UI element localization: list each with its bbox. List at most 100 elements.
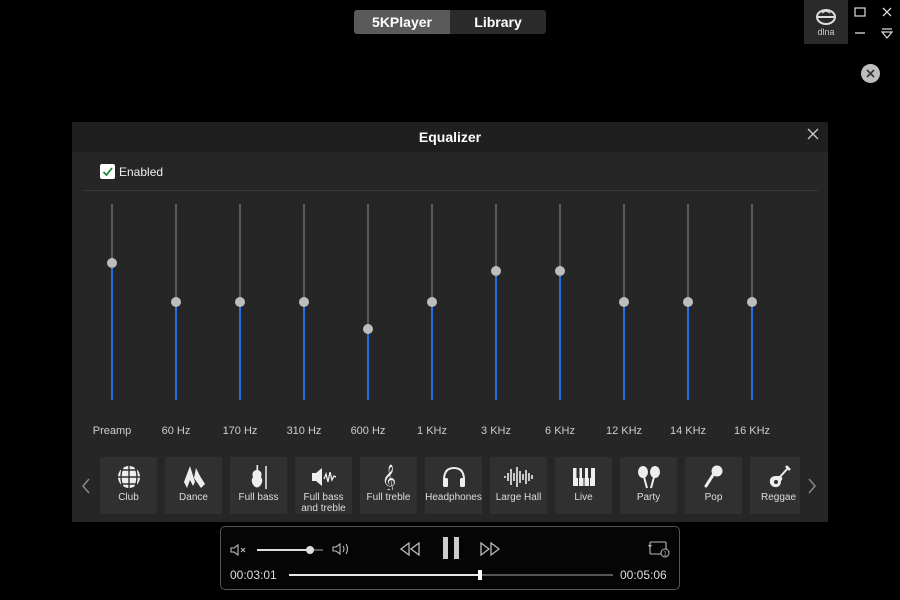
band-slider[interactable]: 170 Hz bbox=[210, 204, 270, 444]
dlna-icon bbox=[816, 8, 836, 25]
dance-shoes-icon bbox=[181, 464, 207, 490]
band-slider[interactable]: 3 KHz bbox=[466, 204, 526, 444]
slider-thumb[interactable] bbox=[491, 266, 501, 276]
rewind-icon bbox=[399, 541, 420, 557]
repeat-button[interactable]: 1 bbox=[647, 539, 671, 559]
soundwave-icon bbox=[503, 464, 535, 490]
equalizer-close-button[interactable] bbox=[806, 127, 822, 143]
band-slider[interactable]: 1 KHz bbox=[402, 204, 462, 444]
seek-thumb[interactable] bbox=[478, 570, 482, 580]
rewind-button[interactable] bbox=[397, 539, 423, 559]
enabled-checkbox[interactable] bbox=[100, 164, 115, 179]
preset-label: Full bass bbox=[238, 492, 279, 503]
band-slider[interactable]: Preamp bbox=[82, 204, 142, 444]
preset-party[interactable]: Party bbox=[620, 457, 677, 514]
slider-thumb[interactable] bbox=[299, 297, 309, 307]
close-icon bbox=[807, 128, 819, 140]
pause-button[interactable] bbox=[439, 535, 463, 561]
slider-fill bbox=[239, 302, 241, 400]
preset-club[interactable]: Club bbox=[100, 457, 157, 514]
preset-label: Club bbox=[118, 492, 139, 503]
band-label: 14 KHz bbox=[669, 425, 707, 437]
maracas-icon bbox=[635, 464, 663, 490]
preset-pop[interactable]: Pop bbox=[685, 457, 742, 514]
treble-clef-icon: 𝄞 bbox=[378, 464, 400, 490]
volume-fill bbox=[257, 549, 310, 551]
preset-label: Reggae bbox=[760, 492, 797, 503]
tab-5kplayer[interactable]: 5KPlayer bbox=[354, 10, 450, 34]
slider-thumb[interactable] bbox=[683, 297, 693, 307]
tab-library[interactable]: Library bbox=[450, 10, 546, 34]
slider-thumb[interactable] bbox=[427, 297, 437, 307]
band-label: 6 KHz bbox=[545, 425, 575, 437]
preset-label: Pop bbox=[704, 492, 723, 503]
volume-slider[interactable] bbox=[257, 546, 323, 554]
band-slider[interactable]: 310 Hz bbox=[274, 204, 334, 444]
volume-thumb[interactable] bbox=[306, 546, 314, 554]
band-slider[interactable]: 6 KHz bbox=[530, 204, 590, 444]
minus-icon bbox=[855, 32, 865, 34]
slider-fill bbox=[559, 271, 561, 400]
band-slider[interactable]: 600 Hz bbox=[338, 204, 398, 444]
enabled-label: Enabled bbox=[119, 164, 164, 179]
minimize-button[interactable] bbox=[852, 5, 868, 19]
slider-fill bbox=[111, 263, 113, 400]
speaker-wave-icon bbox=[310, 464, 338, 490]
collapse-button[interactable] bbox=[852, 26, 868, 40]
slider-thumb[interactable] bbox=[619, 297, 629, 307]
band-slider[interactable]: 14 KHz bbox=[658, 204, 718, 444]
volume-up-button[interactable] bbox=[331, 540, 353, 558]
preset-label: Live bbox=[574, 492, 593, 503]
piano-keys-icon bbox=[571, 464, 597, 490]
total-time: 00:05:06 bbox=[620, 568, 667, 582]
preset-full-bass-and-treble[interactable]: Full bass and treble bbox=[295, 457, 352, 514]
presets-next-button[interactable] bbox=[807, 478, 821, 494]
slider-thumb[interactable] bbox=[363, 324, 373, 334]
mute-button[interactable] bbox=[229, 541, 249, 559]
enabled-toggle[interactable]: Enabled bbox=[100, 164, 163, 179]
equalizer-title: Equalizer bbox=[418, 129, 482, 145]
band-slider[interactable]: 12 KHz bbox=[594, 204, 654, 444]
preset-label: Dance bbox=[179, 492, 208, 503]
menu-button[interactable] bbox=[879, 26, 895, 40]
guitar-icon bbox=[766, 464, 792, 490]
close-icon bbox=[866, 69, 875, 78]
preset-headphones[interactable]: Headphones bbox=[425, 457, 482, 514]
band-label: 3 KHz bbox=[481, 425, 511, 437]
chevron-left-icon bbox=[82, 478, 90, 494]
repeat-one-icon: 1 bbox=[648, 541, 670, 558]
preset-label: Full treble bbox=[366, 492, 411, 503]
preset-full-treble[interactable]: 𝄞 Full treble bbox=[360, 457, 417, 514]
overlay-close-button[interactable] bbox=[861, 64, 880, 83]
preset-reggae[interactable]: Reggae bbox=[750, 457, 800, 514]
band-slider[interactable]: 60 Hz bbox=[146, 204, 206, 444]
disco-ball-icon bbox=[116, 464, 142, 490]
headphones-icon bbox=[440, 464, 468, 490]
violin-icon bbox=[246, 464, 272, 490]
fast-forward-button[interactable] bbox=[477, 539, 503, 559]
band-slider[interactable]: 16 KHz bbox=[722, 204, 782, 444]
dlna-button[interactable]: dlna bbox=[804, 0, 848, 44]
band-label: 600 Hz bbox=[350, 425, 386, 437]
preset-dance[interactable]: Dance bbox=[165, 457, 222, 514]
svg-text:𝄞: 𝄞 bbox=[381, 464, 395, 490]
preset-live[interactable]: Live bbox=[555, 457, 612, 514]
band-label: 60 Hz bbox=[161, 425, 191, 437]
close-window-button[interactable] bbox=[879, 5, 895, 19]
slider-fill bbox=[687, 302, 689, 400]
slider-thumb[interactable] bbox=[107, 258, 117, 268]
pause-icon bbox=[443, 537, 459, 559]
preset-full-bass[interactable]: Full bass bbox=[230, 457, 287, 514]
presets-prev-button[interactable] bbox=[81, 478, 95, 494]
slider-thumb[interactable] bbox=[747, 297, 757, 307]
preset-large-hall[interactable]: Large Hall bbox=[490, 457, 547, 514]
fast-forward-icon bbox=[480, 541, 501, 557]
chevron-right-icon bbox=[808, 478, 816, 494]
band-label: 12 KHz bbox=[605, 425, 643, 437]
slider-fill bbox=[623, 302, 625, 400]
slider-thumb[interactable] bbox=[555, 266, 565, 276]
seek-bar[interactable] bbox=[289, 570, 613, 580]
band-label: 1 KHz bbox=[417, 425, 447, 437]
slider-thumb[interactable] bbox=[171, 297, 181, 307]
slider-thumb[interactable] bbox=[235, 297, 245, 307]
